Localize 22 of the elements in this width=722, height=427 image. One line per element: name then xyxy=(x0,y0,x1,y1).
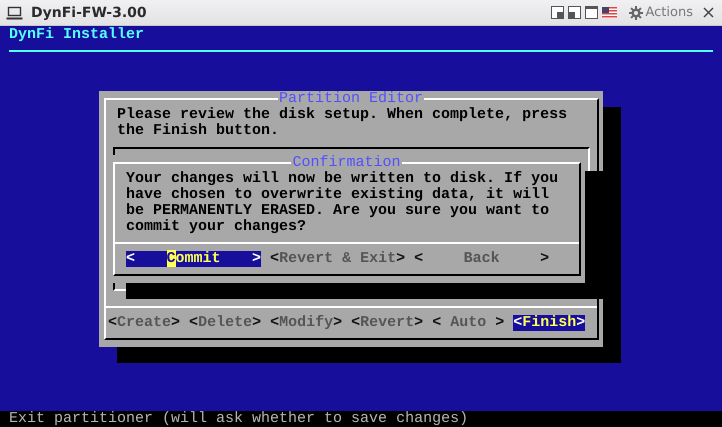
dialog-button[interactable]: <Revert> xyxy=(351,315,424,331)
installer-title: DynFi Installer xyxy=(9,27,144,43)
close-button[interactable] xyxy=(701,7,716,18)
dialog-message: Your changes will now be written to disk. If you have chosen to overwrite existing data, it will be PERMANENTLY ERASED. Are you sure you want to commit your changes? xyxy=(126,171,560,235)
dialog-button[interactable]: <Create> xyxy=(108,315,180,331)
dialog-button[interactable]: <Revert & Exit> xyxy=(270,251,406,267)
laptop-icon xyxy=(6,6,23,20)
dialog-button[interactable]: < Back > xyxy=(414,251,550,267)
dialog-button[interactable]: <Modify> xyxy=(270,315,342,331)
flag-icon[interactable] xyxy=(602,7,616,18)
dialog-button[interactable]: <Delete> xyxy=(189,315,262,331)
dialog-button[interactable]: < Auto > xyxy=(432,315,504,331)
dialog-button[interactable]: <Finish> xyxy=(513,315,586,331)
window-layout-icon[interactable] xyxy=(550,6,564,19)
dialog-message: Please review the disk setup. When complete, press the Finish button. xyxy=(117,107,568,139)
actions-button[interactable]: Actions xyxy=(624,5,697,20)
restore-window-icon[interactable] xyxy=(568,6,580,19)
window-title: DynFi-FW-3.00 xyxy=(31,4,147,20)
maximize-window-icon[interactable] xyxy=(584,6,598,19)
dialog-button[interactable]: < Commit > xyxy=(126,251,262,267)
close-icon xyxy=(703,7,714,18)
settings-icon xyxy=(628,6,642,20)
